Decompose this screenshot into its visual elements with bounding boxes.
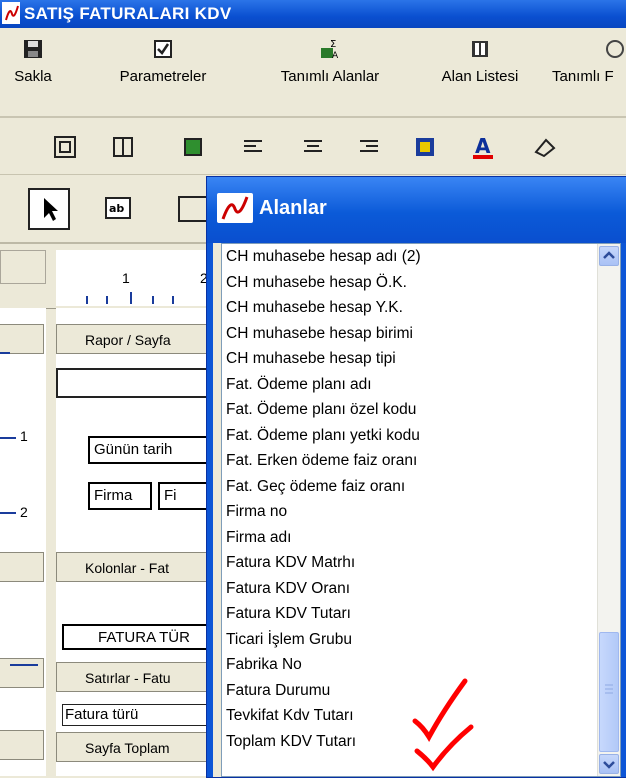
band-tab[interactable]: [0, 552, 44, 582]
list-item[interactable]: Toplam KDV Tutarı: [226, 729, 421, 755]
save-button[interactable]: Sakla: [6, 38, 60, 85]
list-item[interactable]: CH muhasebe hesap adı (2): [226, 244, 421, 270]
band-columns[interactable]: Kolonlar - Fat: [56, 552, 216, 582]
list-item[interactable]: Fatura KDV Matrhı: [226, 550, 421, 576]
color-box-icon[interactable]: [412, 134, 438, 160]
ruler-tick: [10, 664, 38, 666]
window-title: SATIŞ FATURALARI KDV: [24, 4, 232, 23]
ruler-tick: [0, 437, 16, 439]
ruler-corner: [0, 250, 46, 284]
list-item[interactable]: Fatura Durumu: [226, 678, 421, 704]
list-item[interactable]: Fat. Geç ödeme faiz oranı: [226, 474, 421, 500]
fields-dialog: Alanlar CH muhasebe hesap adı (2) CH muha…: [206, 176, 626, 778]
band-tab[interactable]: [0, 324, 44, 354]
app-logo-icon: [217, 193, 253, 223]
fatura-turu-field[interactable]: Fatura türü: [62, 704, 222, 726]
list-item[interactable]: Fat. Ödeme planı adı: [226, 372, 421, 398]
ruler-tick: [0, 512, 16, 514]
ruler-track: [56, 250, 216, 306]
pointer-tool-button[interactable]: [28, 188, 70, 230]
field-list-button[interactable]: Alan Listesi: [422, 38, 538, 85]
main-toolbar: Sakla Parametreler ΣA Tanımlı Alanlar Al…: [0, 28, 626, 118]
ruler-tick-1: 1: [122, 270, 130, 286]
list-item[interactable]: Fabrika No: [226, 652, 421, 678]
field-list-label: Alan Listesi: [441, 68, 519, 85]
ruler-tick: [0, 352, 10, 354]
parameters-button[interactable]: Parametreler: [98, 38, 228, 85]
chevron-down-icon: [603, 761, 615, 769]
list-item[interactable]: CH muhasebe hesap Ö.K.: [226, 270, 421, 296]
defined-fields-button[interactable]: ΣA Tanımlı Alanlar: [260, 38, 400, 85]
app-logo-icon: [2, 2, 20, 24]
ruler-mark: [106, 296, 108, 304]
parameters-label: Parametreler: [119, 68, 207, 85]
ruler-mark: [152, 296, 154, 304]
chevron-up-icon: [603, 251, 615, 259]
format-toolbar: A: [0, 118, 626, 175]
band-rows[interactable]: Satırlar - Fatu: [56, 662, 216, 692]
band-tab[interactable]: [0, 658, 44, 688]
window-title-bar[interactable]: SATIŞ FATURALARI KDV: [0, 0, 626, 28]
defined-fields-label: Tanımlı Alanlar: [280, 68, 380, 85]
ruler-mark: [130, 292, 132, 304]
align-right-icon[interactable]: [356, 134, 382, 160]
globe-icon: [604, 38, 626, 60]
scroll-down-button[interactable]: [599, 754, 619, 774]
list-item[interactable]: Ticari İşlem Grubu: [226, 627, 421, 653]
vertical-scrollbar[interactable]: [597, 244, 620, 776]
band-tab[interactable]: [0, 730, 44, 760]
red-checkmarks-icon: [412, 678, 474, 772]
defined-formulas-label: Tanımlı F: [552, 68, 614, 85]
list-item[interactable]: CH muhasebe hesap Y.K.: [226, 295, 421, 321]
vruler-label-1: 1: [20, 428, 28, 444]
list-item[interactable]: Fat. Erken ödeme faiz oranı: [226, 448, 421, 474]
list-item[interactable]: CH muhasebe hesap tipi: [226, 346, 421, 372]
defined-formulas-button[interactable]: Tanımlı F: [552, 38, 626, 85]
grip-icon: [605, 684, 613, 694]
align-center-icon[interactable]: [300, 134, 326, 160]
dialog-title: Alanlar: [259, 197, 327, 219]
svg-text:ab: ab: [109, 202, 124, 215]
rectangle-tool-button[interactable]: [178, 196, 208, 222]
list-item[interactable]: Fat. Ödeme planı yetki kodu: [226, 423, 421, 449]
font-color-icon[interactable]: A: [470, 134, 496, 160]
list-item[interactable]: CH muhasebe hesap birimi: [226, 321, 421, 347]
svg-text:A: A: [332, 51, 339, 60]
ruler-mark: [172, 296, 174, 304]
list-item[interactable]: Fatura KDV Tutarı: [226, 601, 421, 627]
fatura-tur-field[interactable]: FATURA TÜR: [62, 624, 222, 650]
checkbox-icon: [152, 38, 174, 60]
fields-list: CH muhasebe hesap adı (2) CH muhasebe hes…: [226, 244, 421, 754]
list-item[interactable]: Fatura KDV Oranı: [226, 576, 421, 602]
sigma-field-icon: ΣA: [319, 38, 341, 61]
fill-icon[interactable]: [180, 134, 206, 160]
align-grid-icon[interactable]: [52, 134, 78, 160]
vertical-ruler: [0, 308, 46, 776]
date-field[interactable]: Günün tarih: [88, 436, 218, 464]
svg-text:Σ: Σ: [330, 39, 336, 50]
floppy-icon: [22, 38, 44, 60]
dialog-title-bar[interactable]: Alanlar: [207, 177, 626, 243]
band-page-totals[interactable]: Sayfa Toplam: [56, 732, 216, 762]
vruler-label-2: 2: [20, 504, 28, 520]
scroll-thumb[interactable]: [599, 632, 619, 752]
align-left-icon[interactable]: [240, 134, 266, 160]
list-item[interactable]: Fat. Ödeme planı özel kodu: [226, 397, 421, 423]
size-grid-icon[interactable]: [110, 134, 136, 160]
book-icon: [469, 38, 491, 60]
save-label: Sakla: [14, 68, 52, 85]
text-field-tool-icon[interactable]: ab: [104, 196, 132, 220]
svg-text:A: A: [475, 134, 491, 158]
list-item[interactable]: Tevkifat Kdv Tutarı: [226, 703, 421, 729]
eraser-icon[interactable]: [534, 134, 560, 160]
band-report-page[interactable]: Rapor / Sayfa: [56, 324, 216, 354]
list-item[interactable]: Firma no: [226, 499, 421, 525]
report-frame[interactable]: [56, 368, 216, 398]
scroll-up-button[interactable]: [599, 246, 619, 266]
arrow-cursor-icon: [44, 198, 58, 221]
list-item[interactable]: Firma adı: [226, 525, 421, 551]
ruler-mark: [86, 296, 88, 304]
firma-field[interactable]: Firma: [88, 482, 152, 510]
